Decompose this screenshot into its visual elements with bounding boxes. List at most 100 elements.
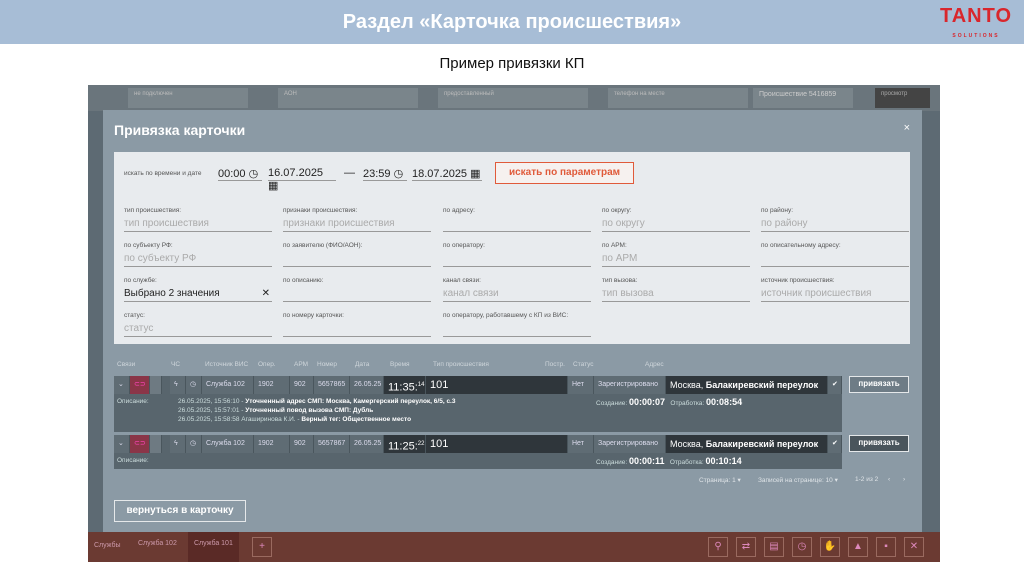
filter-input[interactable] [283, 323, 431, 337]
field-label: по заявителю (ФИО/АОН): [283, 242, 363, 249]
add-tab-icon[interactable]: + [252, 537, 272, 557]
background-topbar: не подключен АОН предоставленный телефон… [88, 85, 940, 111]
link-icon[interactable]: ⊂⊃ [130, 376, 150, 394]
page-range: 1-2 из 2 [855, 476, 879, 483]
hand-icon[interactable]: ✋ [820, 537, 840, 557]
timer-icon[interactable]: ◷ [792, 537, 812, 557]
expand-icon[interactable]: ⌄ [114, 376, 130, 394]
field-label: тип вызова: [602, 277, 638, 284]
search-by-params-button[interactable]: искать по параметрам [495, 162, 634, 184]
range-dash: — [344, 167, 355, 179]
column-header[interactable]: АРМ [294, 361, 308, 368]
filter-input[interactable]: источник происшествия [761, 288, 909, 302]
bell-icon[interactable]: ▲ [848, 537, 868, 557]
filter-input[interactable]: тип вызова [602, 288, 750, 302]
check-icon[interactable]: ✔ [828, 435, 842, 453]
check-icon[interactable]: ✔ [828, 376, 842, 394]
table-row[interactable]: ⌄ ⊂⊃ ϟ ◷ Служба 102 1902 902 5657865 26.… [114, 376, 842, 432]
filter-input[interactable] [443, 253, 591, 267]
description-label: Описание: [117, 457, 149, 464]
link-icon[interactable]: ⇄ [736, 537, 756, 557]
filter-input[interactable]: канал связи [443, 288, 591, 302]
calendar-icon[interactable]: ▤ [764, 537, 784, 557]
link-card-modal: Привязка карточки × искать по времени и … [103, 110, 922, 532]
bind-button[interactable]: привязать [849, 376, 909, 393]
column-header[interactable]: Постр. [545, 361, 565, 368]
description-line: 26.05.2025, 15:58:58 Агаширинова К.И. - … [178, 416, 412, 423]
column-header[interactable]: ЧС [171, 361, 180, 368]
prev-page-icon[interactable]: ‹ [888, 476, 890, 483]
filter-input[interactable] [443, 218, 591, 232]
column-header[interactable]: Адрес [645, 361, 664, 368]
filter-input[interactable]: по АРМ [602, 253, 750, 267]
date-from-input[interactable]: 16.07.2025 ▦ [268, 167, 336, 192]
type-cell: 101 [426, 376, 568, 394]
bookmark-icon[interactable] [150, 376, 162, 394]
per-page-select[interactable]: Записей на странице: 10 ▾ [758, 476, 838, 484]
filter-input[interactable]: по округу [602, 218, 750, 232]
tab-service-102[interactable]: Служба 102 [138, 540, 177, 547]
column-header[interactable]: Тип происшествия [433, 361, 489, 368]
filter-input[interactable]: по субъекту РФ [124, 253, 272, 267]
address-cell: Москва, Балакиревский переулок [666, 435, 828, 453]
field-label: по службе: [124, 277, 157, 284]
back-to-card-button[interactable]: вернуться в карточку [114, 500, 246, 522]
timer-icon: ◷ [186, 435, 202, 453]
filter-input[interactable] [283, 253, 431, 267]
table-row[interactable]: ⌄ ⊂⊃ ϟ ◷ Служба 102 1902 902 5657867 26.… [114, 435, 842, 469]
message-icon[interactable]: ▪ [876, 537, 896, 557]
column-header[interactable]: Номер [317, 361, 337, 368]
column-header[interactable]: Опер. [258, 361, 276, 368]
time-to-input[interactable]: 23:59 ◷ [363, 167, 407, 181]
column-header[interactable]: Источник ВИС [205, 361, 248, 368]
view-button[interactable]: просмотр [875, 88, 930, 108]
topbar-provided: предоставленный [438, 88, 588, 108]
location-icon[interactable]: ⚲ [708, 537, 728, 557]
timer-icon: ◷ [186, 376, 202, 394]
topbar-status: не подключен [128, 88, 248, 108]
field-label: по номеру карточки: [283, 312, 344, 319]
background-bottombar: Службы Служба 102 Служба 101 + ⚲ ⇄ ▤ ◷ ✋… [88, 532, 940, 562]
column-header[interactable]: Связи [117, 361, 135, 368]
column-header[interactable]: Время [390, 361, 410, 368]
page-select[interactable]: Страница: 1 ▾ [699, 476, 741, 484]
description-line: 26.05.2025, 15:56:10 - Уточненный адрес … [178, 398, 456, 405]
filter-input[interactable] [283, 288, 431, 302]
field-label: по адресу: [443, 207, 475, 214]
filter-input[interactable]: Выбрано 2 значения ✕ [124, 288, 272, 302]
column-header[interactable]: Статус [573, 361, 594, 368]
filter-input[interactable]: признаки происшествия [283, 218, 431, 232]
field-label: по оператору: [443, 242, 485, 249]
status-cell: Зарегистрировано [594, 376, 666, 394]
field-label: тип происшествия: [124, 207, 182, 214]
filter-input[interactable] [761, 253, 909, 267]
type-cell: 101 [426, 435, 568, 453]
bookmark-icon[interactable] [150, 435, 162, 453]
filter-input[interactable]: статус [124, 323, 272, 337]
clear-icon[interactable]: ✕ [262, 288, 270, 299]
filter-input[interactable]: тип происшествия [124, 218, 272, 232]
filter-input[interactable]: по району [761, 218, 909, 232]
next-page-icon[interactable]: › [903, 476, 905, 483]
creation-time: Создание: 00:00:11 Отработка: 00:10:14 [596, 456, 742, 466]
oper-cell: 1902 [254, 435, 290, 453]
filter-input[interactable] [443, 323, 591, 337]
creation-time: Создание: 00:00:07 Отработка: 00:08:54 [596, 397, 743, 407]
bind-button[interactable]: привязать [849, 435, 909, 452]
postr-cell: Нет [568, 376, 594, 394]
expand-icon[interactable]: ⌄ [114, 435, 130, 453]
topbar-phone: телефон на месте [608, 88, 748, 108]
close-icon[interactable]: ✕ [904, 537, 924, 557]
link-icon[interactable]: ⊂⊃ [130, 435, 150, 453]
lightning-icon: ϟ [170, 376, 186, 394]
field-label: по АРМ: [602, 242, 627, 249]
tab-service-101[interactable]: Служба 101 [188, 532, 239, 562]
field-label: канал связи: [443, 277, 481, 284]
date-to-input[interactable]: 18.07.2025 ▦ [412, 167, 482, 181]
time-from-input[interactable]: 00:00 ◷ [218, 167, 262, 181]
column-header[interactable]: Дата [355, 361, 369, 368]
slide-subtitle: Пример привязки КП [439, 55, 585, 72]
status-cell: Зарегистрировано [594, 435, 666, 453]
close-icon[interactable]: × [904, 122, 910, 134]
field-label: по району: [761, 207, 794, 214]
